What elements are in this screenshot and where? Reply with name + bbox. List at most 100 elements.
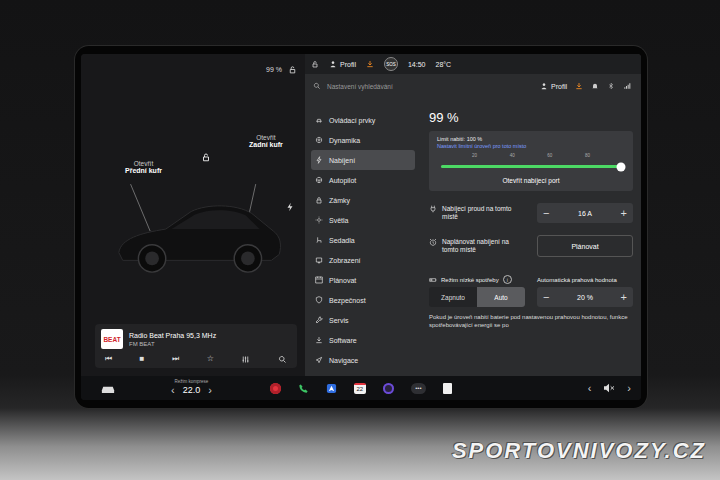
car-render bbox=[111, 184, 287, 282]
dock-bar: Režim komprese ‹ 22.0 › 22 ••• ‹ › bbox=[81, 376, 641, 400]
menu-item[interactable]: Sedadla bbox=[311, 230, 415, 250]
segment-option[interactable]: Zapnuto bbox=[429, 287, 477, 307]
next-button[interactable]: › bbox=[627, 382, 631, 394]
navigation-icon[interactable] bbox=[326, 383, 337, 394]
menu-item[interactable]: Software bbox=[311, 330, 415, 350]
media-control-button[interactable]: ⏭ bbox=[172, 354, 179, 364]
previous-button[interactable]: ‹ bbox=[588, 382, 592, 394]
menu-item[interactable]: Světla bbox=[311, 210, 415, 230]
trunk-button[interactable]: Otevřít Zadní kufr bbox=[249, 134, 283, 150]
menu-item[interactable]: Servis bbox=[311, 310, 415, 330]
frunk-button[interactable]: Otevřít Přední kufr bbox=[125, 160, 162, 176]
unlock-icon[interactable] bbox=[201, 152, 211, 162]
temp-up-button[interactable]: › bbox=[208, 384, 212, 396]
menu-item-icon bbox=[315, 176, 323, 184]
temp-down-button[interactable]: ‹ bbox=[171, 384, 175, 396]
bell-icon[interactable] bbox=[591, 82, 599, 90]
menu-item[interactable]: Ovládací prvky bbox=[311, 110, 415, 130]
battery-level: 99 % bbox=[266, 66, 282, 73]
menu-item[interactable]: Plánovat bbox=[311, 270, 415, 290]
menu-item-icon bbox=[315, 156, 323, 164]
menu-item-icon bbox=[315, 336, 323, 344]
menu-item-icon bbox=[315, 276, 323, 284]
increase-button[interactable]: + bbox=[621, 207, 627, 219]
car-display-photo: 99 % Otevřít Přední kufr Otevřít Zadní k… bbox=[0, 0, 720, 480]
menu-item-icon bbox=[315, 296, 323, 304]
app-launcher-icon[interactable] bbox=[383, 383, 394, 394]
manual-icon[interactable] bbox=[443, 383, 452, 394]
muted-speaker-icon[interactable] bbox=[603, 383, 615, 393]
sos-badge[interactable]: SOS bbox=[384, 57, 398, 71]
set-location-limit-link[interactable]: Nastavit limitní úroveň pro toto místo bbox=[437, 143, 625, 149]
decrease-button[interactable]: − bbox=[543, 291, 549, 303]
equalizer-icon[interactable] bbox=[241, 355, 250, 364]
station-name: Radio Beat Praha 95,3 MHz bbox=[129, 332, 216, 339]
person-icon bbox=[329, 60, 337, 68]
schedule-button[interactable]: Plánovat bbox=[537, 235, 633, 257]
open-charge-port-button[interactable]: Otevřít nabíjecí port bbox=[437, 175, 625, 185]
plug-icon bbox=[429, 205, 437, 213]
download-icon[interactable] bbox=[366, 60, 374, 68]
download-icon[interactable] bbox=[575, 82, 583, 90]
menu-item-icon bbox=[315, 136, 323, 144]
charge-limit-slider[interactable] bbox=[441, 165, 621, 168]
car-icon[interactable] bbox=[101, 383, 115, 394]
low-power-description: Pokud je úroveň nabití baterie pod nasta… bbox=[429, 313, 633, 329]
settings-menu: Ovládací prvky Dynamika Nabíjení Autopil… bbox=[305, 98, 415, 376]
search-icon[interactable] bbox=[278, 355, 287, 364]
climate-control: Režim komprese ‹ 22.0 › bbox=[171, 380, 212, 397]
menu-item[interactable]: Zobrazení bbox=[311, 250, 415, 270]
watermark: SPORTOVNIVOZY.CZ bbox=[452, 438, 706, 464]
media-control-button[interactable]: ■ bbox=[140, 354, 145, 364]
menu-item-icon bbox=[315, 116, 323, 124]
menu-item-icon bbox=[315, 256, 323, 264]
charging-settings: 99 % Limit nabití: 100 % Nastavit limitn… bbox=[415, 98, 641, 376]
menu-item[interactable]: Nabíjení bbox=[311, 150, 415, 170]
profile-button[interactable]: Profil bbox=[540, 82, 567, 90]
menu-item[interactable]: Bezpečnost bbox=[311, 290, 415, 310]
media-player: BEAT Radio Beat Praha 95,3 MHz FM BEAT ⏮… bbox=[95, 324, 297, 368]
lte-signal-icon bbox=[623, 82, 631, 90]
increase-button[interactable]: + bbox=[621, 291, 627, 303]
menu-item[interactable]: Autopilot bbox=[311, 170, 415, 190]
calendar-icon[interactable]: 22 bbox=[354, 383, 366, 394]
media-control-button[interactable]: ☆ bbox=[207, 354, 214, 364]
lock-icon[interactable] bbox=[311, 60, 319, 68]
charge-level: 99 % bbox=[429, 110, 633, 125]
menu-item-icon bbox=[315, 196, 323, 204]
station-source: FM BEAT bbox=[129, 341, 216, 347]
more-apps-button[interactable]: ••• bbox=[411, 383, 426, 394]
touchscreen: 99 % Otevřít Přední kufr Otevřít Zadní k… bbox=[81, 54, 641, 400]
vehicle-pane: 99 % Otevřít Přední kufr Otevřít Zadní k… bbox=[81, 54, 305, 376]
outside-temperature: 28°C bbox=[435, 61, 451, 68]
charge-limit-card: Limit nabití: 100 % Nastavit limitní úro… bbox=[429, 131, 633, 191]
menu-item[interactable]: Navigace bbox=[311, 350, 415, 370]
menu-item[interactable]: Zámky bbox=[311, 190, 415, 210]
person-icon bbox=[540, 82, 548, 90]
status-bar: Profil SOS 14:50 28°C bbox=[305, 54, 641, 74]
profile-button[interactable]: Profil bbox=[329, 60, 356, 68]
settings-pane: Profil SOS 14:50 28°C Nastavení vyhledáv… bbox=[305, 54, 641, 376]
decrease-button[interactable]: − bbox=[543, 207, 549, 219]
menu-item-icon bbox=[315, 216, 323, 224]
bluetooth-icon[interactable] bbox=[607, 82, 615, 90]
battery-icon bbox=[429, 276, 437, 284]
lock-icon[interactable] bbox=[288, 65, 297, 74]
station-logo: BEAT bbox=[101, 329, 123, 349]
threshold-stepper: − 20 % + bbox=[537, 287, 633, 307]
menu-item[interactable]: Dynamika bbox=[311, 130, 415, 150]
music-app-icon[interactable] bbox=[270, 383, 281, 394]
phone-icon[interactable] bbox=[298, 383, 309, 394]
charging-current-stepper: − 16 A + bbox=[537, 203, 633, 223]
alarm-clock-icon bbox=[429, 238, 437, 246]
charging-bolt-icon bbox=[285, 202, 295, 212]
low-power-mode-toggle: ZapnutoAuto bbox=[429, 287, 525, 307]
media-control-button[interactable]: ⏮ bbox=[105, 354, 112, 364]
segment-option[interactable]: Auto bbox=[477, 287, 525, 307]
clock: 14:50 bbox=[408, 61, 426, 68]
settings-search[interactable]: Nastavení vyhledávání bbox=[313, 82, 532, 90]
screen-bezel: 99 % Otevřít Přední kufr Otevřít Zadní k… bbox=[75, 46, 647, 408]
info-button[interactable]: i bbox=[503, 275, 512, 284]
car-view: Otevřít Přední kufr Otevřít Zadní kufr bbox=[81, 76, 305, 324]
search-icon bbox=[313, 82, 321, 90]
